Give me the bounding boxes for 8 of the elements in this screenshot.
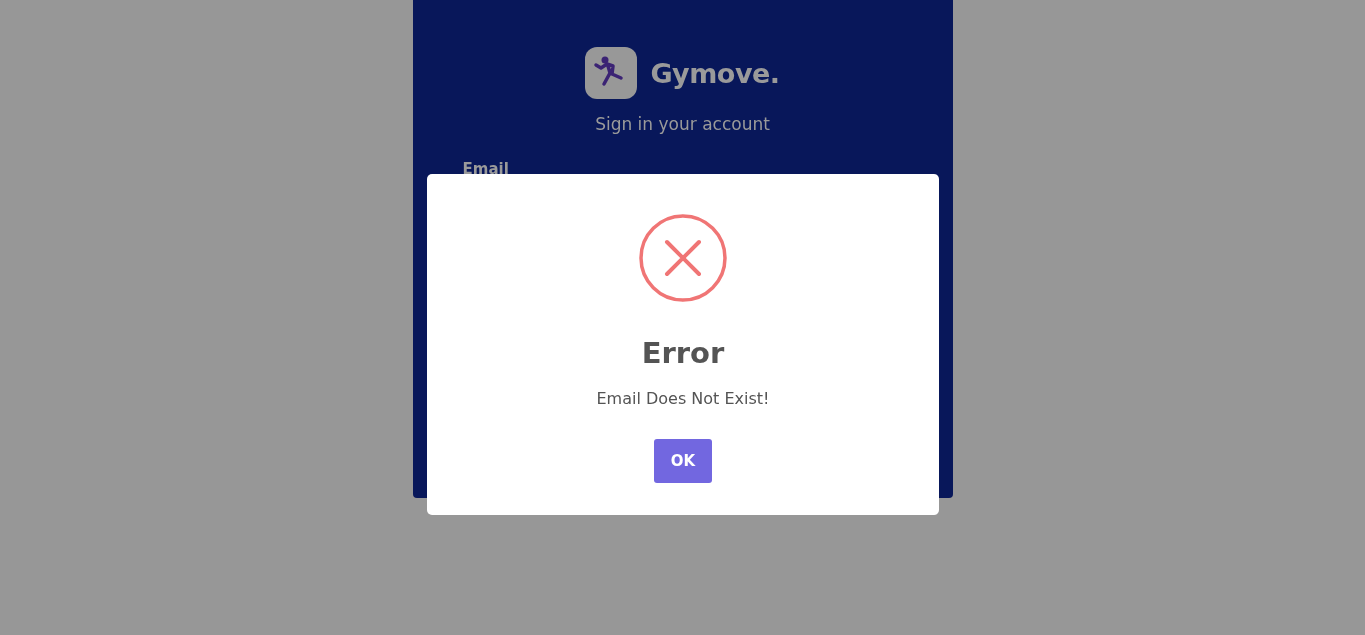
error-icon: [639, 214, 727, 302]
runner-logo-icon: [585, 47, 638, 99]
email-label: Email: [462, 160, 509, 178]
dialog-message: Email Does Not Exist!: [595, 388, 771, 408]
sign-in-heading: Sign in your account: [594, 114, 771, 134]
ok-button[interactable]: OK: [654, 438, 712, 483]
brand-name: Gymove.: [650, 57, 780, 89]
dialog-title: Error: [640, 336, 726, 371]
